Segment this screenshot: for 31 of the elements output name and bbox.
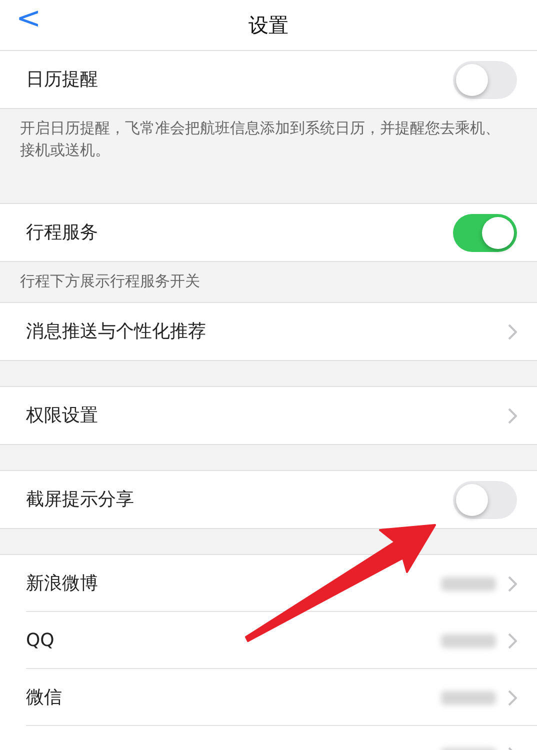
settings-row[interactable]: 新浪微博 [0, 555, 537, 612]
toggle-switch[interactable] [453, 480, 517, 518]
back-button[interactable]: < [12, 4, 46, 34]
toggle-switch[interactable] [453, 214, 517, 252]
blurred-value [441, 634, 496, 648]
chevron-icon [508, 408, 517, 424]
page-title: 设置 [248, 12, 288, 39]
blurred-value [441, 576, 496, 590]
toggle-switch[interactable] [453, 60, 517, 98]
settings-row[interactable]: QQ [0, 612, 537, 669]
settings-row[interactable]: 行程服务 [0, 204, 537, 261]
section-note: 开启日历提醒，飞常准会把航班信息添加到系统日历，并提醒您去乘机、接机或送机。 [19, 118, 501, 161]
settings-row[interactable]: 消息推送与个性化推荐 [0, 303, 537, 360]
row-label: 新浪微博 [26, 572, 99, 596]
row-label: 截屏提示分享 [26, 488, 135, 512]
chevron-icon [508, 576, 517, 592]
chevron-icon [508, 632, 517, 648]
settings-row[interactable]: 微信 [0, 669, 537, 726]
settings-row[interactable]: 截屏提示分享 [0, 471, 537, 528]
row-label: 微信 [26, 686, 63, 710]
chevron-icon [508, 324, 517, 340]
settings-row[interactable]: 日历提醒 [0, 51, 537, 108]
row-label: 日历提醒 [26, 68, 99, 92]
settings-row[interactable]: 权限设置 [0, 387, 537, 444]
blurred-value [441, 690, 496, 704]
row-label: 权限设置 [26, 404, 99, 428]
row-label: 消息推送与个性化推荐 [26, 320, 207, 344]
row-label: 行程服务 [26, 221, 99, 245]
chevron-icon [508, 690, 517, 706]
row-label: QQ [26, 629, 56, 653]
section-note: 行程下方展示行程服务开关 [19, 271, 201, 292]
